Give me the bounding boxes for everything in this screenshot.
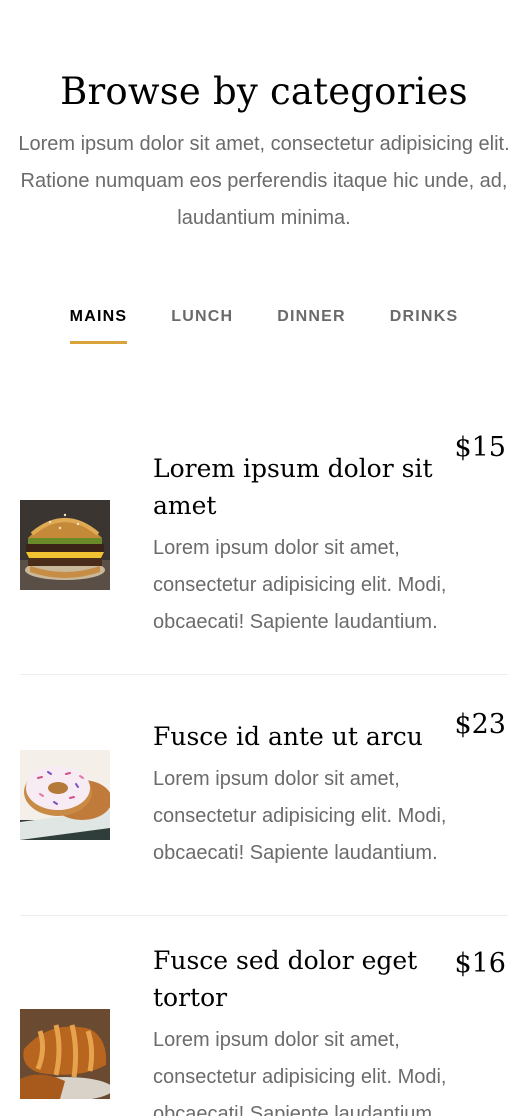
tab-lunch[interactable]: LUNCH xyxy=(171,307,233,347)
item-description: Lorem ipsum dolor sit amet, consectetur … xyxy=(153,536,447,633)
menu-item[interactable]: Fusce sed dolor eget tortor Lorem ipsum … xyxy=(20,916,508,1116)
menu-item[interactable]: Lorem ipsum dolor sit amet Lorem ipsum d… xyxy=(20,408,508,675)
menu-list: Lorem ipsum dolor sit amet Lorem ipsum d… xyxy=(20,408,508,1116)
item-description: Lorem ipsum dolor sit amet, consectetur … xyxy=(153,1029,447,1116)
tab-dinner[interactable]: DINNER xyxy=(277,307,346,347)
section-header: Browse by categories Lorem ipsum dolor s… xyxy=(0,0,528,237)
item-description: Lorem ipsum dolor sit amet, consectetur … xyxy=(153,768,447,864)
croissant-image xyxy=(20,1009,110,1099)
item-price: $15 xyxy=(454,432,506,463)
tab-mains[interactable]: MAINS xyxy=(69,307,128,347)
item-title: Fusce sed dolor eget tortor xyxy=(153,946,418,1012)
menu-item[interactable]: Fusce id ante ut arcu Lorem ipsum dolor … xyxy=(20,675,508,916)
intro-text: Lorem ipsum dolor sit amet, consectetur … xyxy=(18,133,510,229)
item-price: $23 xyxy=(454,709,506,740)
donut-image xyxy=(20,750,110,840)
tab-drinks[interactable]: DRINKS xyxy=(390,307,459,347)
item-price: $16 xyxy=(454,948,506,979)
page-title: Browse by categories xyxy=(60,70,468,113)
burger-image xyxy=(20,500,110,590)
item-title: Lorem ipsum dolor sit amet xyxy=(153,453,433,520)
category-tabs: MAINS LUNCH DINNER DRINKS xyxy=(0,307,528,347)
item-title: Fusce id ante ut arcu xyxy=(153,722,423,751)
